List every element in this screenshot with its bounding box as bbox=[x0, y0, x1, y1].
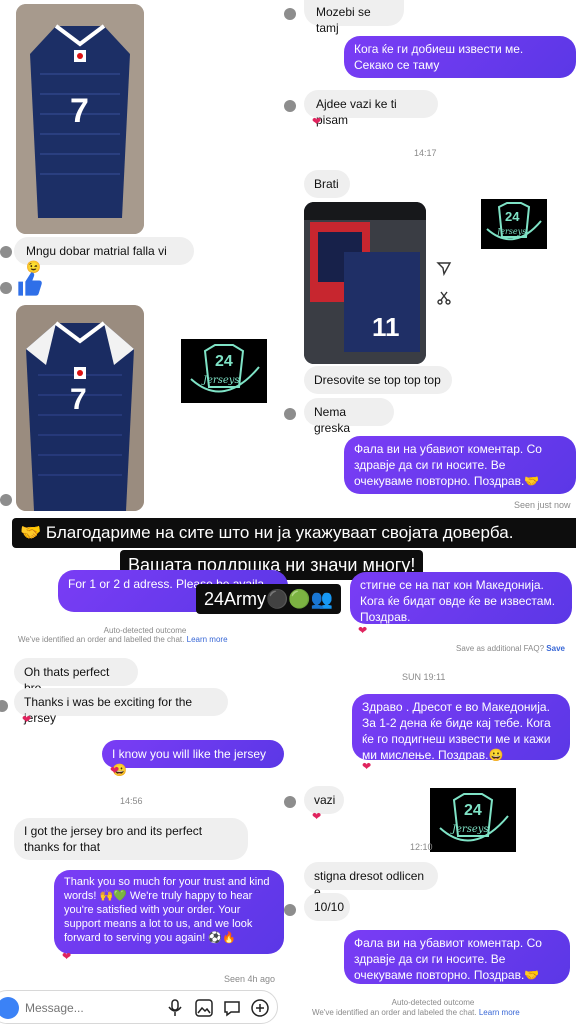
message-bubble[interactable]: Brati bbox=[304, 170, 350, 198]
message-bubble[interactable]: Ajdee vazi ke ti pisam bbox=[304, 90, 438, 127]
jersey-photo-2[interactable]: 7 bbox=[16, 305, 144, 511]
plus-icon[interactable] bbox=[251, 999, 269, 1017]
auto-detected-text: We've identified an order and labeled th… bbox=[312, 1008, 520, 1017]
jersey-number: 11 bbox=[372, 312, 400, 342]
heart-reaction-icon[interactable]: ❤ bbox=[362, 760, 371, 773]
thanks-banner-line1: 🤝 Благодариме на сите што ни ја укажуваа… bbox=[12, 518, 576, 548]
seen-status: Seen just now bbox=[514, 500, 571, 510]
message-bubble[interactable]: стигне се на пат кон Македонија. Кога ќе… bbox=[350, 572, 572, 624]
crop-icon[interactable] bbox=[436, 290, 452, 306]
avatar bbox=[0, 700, 8, 712]
message-bubble[interactable]: 10/10 bbox=[304, 893, 350, 921]
message-bubble[interactable]: Здраво . Дресот е во Македонија. За 1-2 … bbox=[352, 694, 570, 762]
message-bubble[interactable]: I got the jersey bro and its perfect tha… bbox=[14, 818, 248, 860]
thanks-banner-line3: 24Army⚫🟢👥 bbox=[196, 584, 342, 614]
message-bubble[interactable]: Фала ви на убавиот коментар. Со здравје … bbox=[344, 436, 576, 494]
message-bubble[interactable]: Dresovite se top top top bbox=[304, 366, 452, 394]
message-text: Фала ви на убавиот коментар. Со здравје … bbox=[354, 936, 542, 982]
heart-reaction-icon[interactable]: ❤ bbox=[22, 713, 31, 726]
avatar bbox=[284, 100, 296, 112]
logo-word: Jerseys bbox=[203, 375, 240, 386]
sticker-icon[interactable] bbox=[223, 999, 241, 1017]
camera-button[interactable] bbox=[0, 997, 19, 1019]
faq-save-link[interactable]: Save bbox=[546, 644, 565, 653]
jersey-number: 7 bbox=[70, 92, 89, 130]
message-text: Здраво . Дресот е во Македонија. За 1-2 … bbox=[362, 700, 551, 762]
heart-reaction-icon[interactable]: ❤ bbox=[110, 764, 119, 777]
message-text: Thanks i was be exciting for the jersey bbox=[24, 695, 193, 725]
logo-number: 24 bbox=[464, 802, 482, 819]
message-input[interactable] bbox=[23, 997, 137, 1019]
avatar bbox=[0, 282, 12, 294]
seen-status: Seen 4h ago bbox=[224, 974, 276, 984]
jerseys-logo: 24 Jerseys bbox=[481, 199, 547, 249]
avatar bbox=[284, 408, 296, 420]
heart-reaction-icon[interactable]: ❤ bbox=[312, 810, 321, 823]
message-text: I know you will like the jersey😀 bbox=[112, 747, 267, 777]
message-bubble[interactable]: vazi bbox=[304, 786, 344, 814]
logo-number: 24 bbox=[215, 353, 233, 370]
message-text: I got the jersey bro and its perfect tha… bbox=[24, 824, 203, 854]
message-text: Кога ќе ги добиеш извести ме. Секако се … bbox=[354, 42, 524, 72]
faq-prompt: Save as additional FAQ? Save bbox=[456, 644, 565, 653]
message-bubble[interactable]: Oh thats perfect bro bbox=[14, 658, 138, 695]
message-bubble[interactable]: Mozebi se tamj bbox=[304, 0, 404, 35]
message-composer[interactable] bbox=[0, 990, 278, 1024]
message-bubble[interactable]: stigna dresot odlicen e bbox=[304, 862, 438, 899]
message-bubble[interactable]: Nema greska bbox=[304, 398, 394, 435]
day-timestamp: SUN 19:11 bbox=[402, 672, 446, 682]
auto-detected-title: Auto-detected outcome bbox=[103, 626, 187, 635]
message-text: Nema greska bbox=[314, 405, 351, 435]
message-text: Thank you so much for your trust and kin… bbox=[64, 876, 270, 944]
logo-number: 24 bbox=[505, 209, 520, 224]
timestamp: 14:17 bbox=[414, 148, 437, 158]
thumbs-up-icon bbox=[16, 270, 44, 298]
avatar bbox=[284, 8, 296, 20]
message-text: Ajdee vazi ke ti pisam bbox=[316, 97, 397, 127]
message-text: Mngu dobar matrial falla vi 😉 bbox=[26, 244, 167, 274]
heart-reaction-icon[interactable]: ❤ bbox=[62, 950, 71, 963]
logo-word: Jerseys bbox=[452, 824, 489, 835]
avatar bbox=[284, 904, 296, 916]
heart-reaction-icon[interactable]: ❤ bbox=[312, 115, 321, 128]
jerseys-logo: 24 Jerseys bbox=[430, 788, 516, 852]
message-text: Mozebi se tamj bbox=[316, 5, 371, 35]
message-bubble[interactable]: Кога ќе ги добиеш извести ме. Секако се … bbox=[344, 36, 576, 78]
avatar bbox=[0, 246, 12, 258]
learn-more-link[interactable]: Learn more bbox=[479, 1008, 520, 1017]
message-text: Dresovite se top top top bbox=[314, 373, 441, 387]
message-text: 10/10 bbox=[314, 900, 345, 914]
message-text: vazi bbox=[314, 793, 336, 807]
message-bubble[interactable]: Thanks i was be exciting for the jersey bbox=[14, 688, 228, 725]
auto-detected-text: We've identified an order and labelled t… bbox=[18, 635, 228, 644]
image-icon[interactable] bbox=[195, 999, 213, 1017]
mic-icon[interactable] bbox=[167, 999, 183, 1017]
message-bubble[interactable]: I know you will like the jersey😀 bbox=[102, 740, 284, 777]
jerseys-logo: 24 Jerseys bbox=[181, 339, 267, 403]
timestamp: 14:56 bbox=[120, 796, 143, 806]
message-bubble[interactable]: Фала ви на убавиот коментар. Со здравје … bbox=[344, 930, 570, 984]
learn-more-link[interactable]: Learn more bbox=[187, 635, 228, 644]
heart-reaction-icon[interactable]: ❤ bbox=[358, 624, 367, 637]
avatar bbox=[0, 494, 12, 506]
share-icon[interactable] bbox=[436, 260, 452, 277]
avatar bbox=[284, 796, 296, 808]
photo-jerseys-in-car[interactable]: 11 bbox=[304, 202, 426, 364]
auto-detected-title: Auto-detected outcome bbox=[391, 998, 475, 1007]
message-text: Фала ви на убавиот коментар. Со здравје … bbox=[354, 442, 542, 488]
message-text: Brati bbox=[314, 177, 339, 191]
logo-word: Jerseys bbox=[497, 227, 527, 236]
timestamp: 12:10 bbox=[410, 842, 433, 852]
message-text: стигне се на пат кон Македонија. Кога ќе… bbox=[360, 578, 556, 624]
jersey-photo-1[interactable]: 7 bbox=[16, 4, 144, 234]
message-bubble[interactable]: Mngu dobar matrial falla vi 😉 bbox=[14, 237, 194, 274]
message-bubble[interactable]: Thank you so much for your trust and kin… bbox=[54, 870, 284, 954]
jersey-number: 7 bbox=[70, 383, 87, 416]
